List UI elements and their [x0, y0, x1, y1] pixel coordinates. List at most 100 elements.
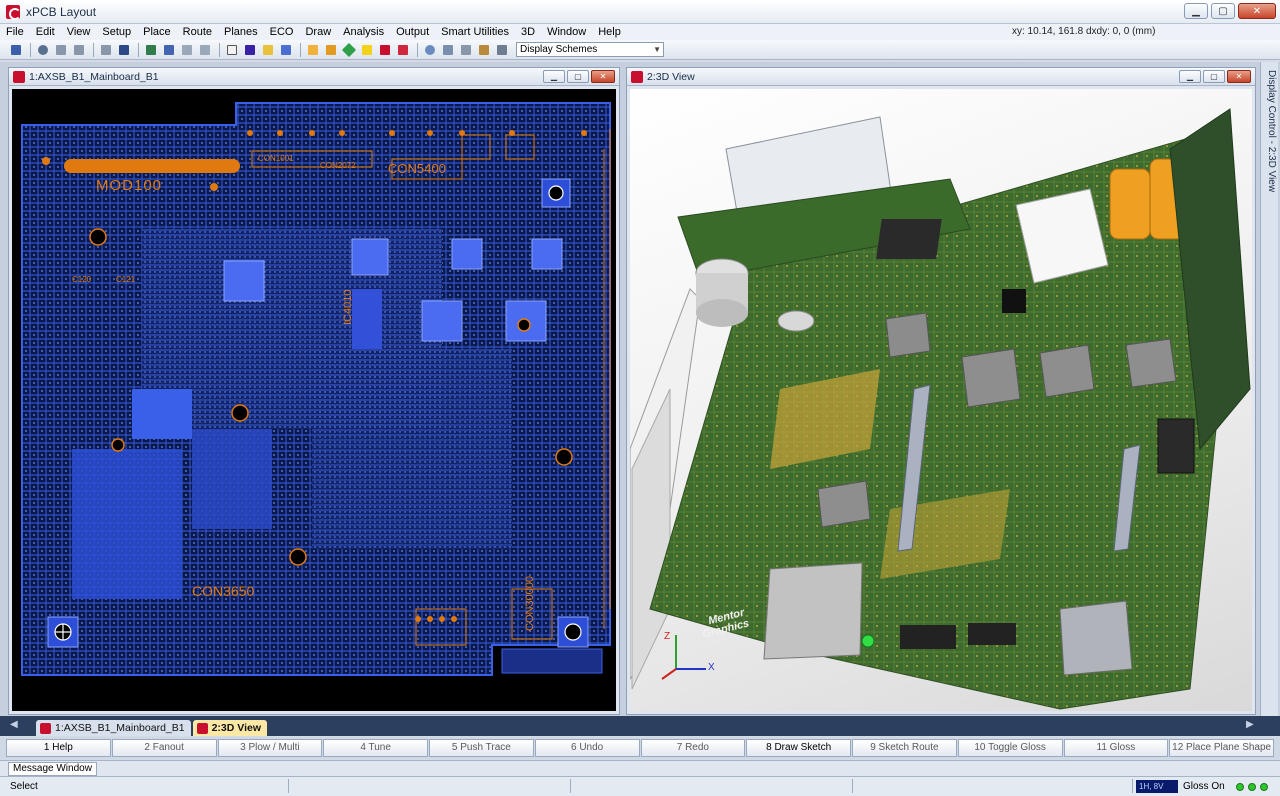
undo-icon[interactable]: [53, 42, 69, 58]
fkey-push-trace[interactable]: 5 Push Trace: [429, 739, 534, 757]
fkey-fanout[interactable]: 2 Fanout: [111, 739, 217, 757]
fkey-help[interactable]: 1 Help: [6, 739, 111, 757]
view3d-minimize-button[interactable]: ▁: [1179, 70, 1201, 83]
pcb-label-con30000: CON30000: [524, 575, 536, 631]
fkey-gloss[interactable]: 11 Gloss: [1063, 739, 1169, 757]
menu-smart-utilities[interactable]: Smart Utilities: [435, 24, 515, 40]
pcb-label-c120: C120: [72, 275, 92, 284]
pcb-label-con3650: CON3650: [192, 583, 255, 599]
menu-eco[interactable]: ECO: [264, 24, 300, 40]
menu-view[interactable]: View: [61, 24, 97, 40]
route-icon[interactable]: [260, 42, 276, 58]
menu-output[interactable]: Output: [390, 24, 435, 40]
view3d-close-button[interactable]: ✕: [1227, 70, 1251, 83]
layout-maximize-button[interactable]: ▢: [567, 70, 589, 83]
warning-icon[interactable]: [359, 42, 375, 58]
select-icon[interactable]: [224, 42, 240, 58]
drc-check-icon[interactable]: [395, 42, 411, 58]
axis-z-label: Z: [664, 631, 671, 642]
tab-3d-view[interactable]: 2:3D View: [192, 720, 268, 736]
coordinate-readout: xy: 10.14, 161.8 dxdy: 0, 0 (mm): [1012, 26, 1156, 37]
fkey-place-plane-shape[interactable]: 12 Place Plane Shape: [1169, 739, 1274, 757]
layout-window-title: 1:AXSB_B1_Mainboard_B1: [29, 70, 159, 83]
tab-layout[interactable]: 1:AXSB_B1_Mainboard_B1: [36, 720, 191, 736]
drc-icon[interactable]: [377, 42, 393, 58]
status-led-1-icon: [1236, 783, 1244, 791]
redo-icon[interactable]: [71, 42, 87, 58]
pcb-label-con5400: CON5400: [388, 161, 446, 176]
fkey-undo[interactable]: 6 Undo: [534, 739, 640, 757]
function-key-bar: 1 Help 2 Fanout 3 Plow / Multi 4 Tune 5 …: [0, 737, 1280, 759]
layout-tab-icon: [40, 722, 51, 734]
zoom-icon[interactable]: [422, 42, 438, 58]
layout-close-button[interactable]: ✕: [591, 70, 615, 83]
net-icon[interactable]: [341, 42, 357, 58]
paste-icon[interactable]: [197, 42, 213, 58]
axis-x-label: X: [708, 662, 715, 673]
print-icon[interactable]: [458, 42, 474, 58]
pcb-label-c121: C121: [116, 275, 136, 284]
fkey-tune[interactable]: 4 Tune: [323, 739, 428, 757]
tab-layout-label: 1:AXSB_B1_Mainboard_B1: [55, 722, 185, 734]
properties-icon[interactable]: [494, 42, 510, 58]
view3d-canvas[interactable]: Mentor Graphics Z X: [630, 89, 1252, 711]
pcb-layout-canvas[interactable]: MOD100 CON1001 CON2072 CON5400 IC4010 C1…: [12, 89, 616, 711]
menu-edit[interactable]: Edit: [30, 24, 61, 40]
menu-planes[interactable]: Planes: [218, 24, 264, 40]
fanout-icon[interactable]: [278, 42, 294, 58]
layout-window: 1:AXSB_B1_Mainboard_B1 ▁ ▢ ✕ MOD100 CON1…: [8, 67, 620, 715]
fkey-toggle-gloss[interactable]: 10 Toggle Gloss: [957, 739, 1063, 757]
view3d-window-titlebar[interactable]: 2:3D View ▁ ▢ ✕: [627, 68, 1255, 86]
folder-icon[interactable]: [305, 42, 321, 58]
grid-icon[interactable]: [323, 42, 339, 58]
copy-icon[interactable]: [179, 42, 195, 58]
zoom-fit-icon[interactable]: [440, 42, 456, 58]
close-button[interactable]: ✕: [1238, 3, 1276, 19]
window-controls: ▁ ▢ ✕: [1184, 3, 1276, 19]
toolbar: Display Schemes ▼: [0, 40, 1280, 60]
fkey-draw-sketch[interactable]: 8 Draw Sketch: [746, 739, 851, 757]
display-control-panel-tab[interactable]: Display Control - 2:3D View: [1260, 62, 1278, 716]
menu-3d[interactable]: 3D: [515, 24, 541, 40]
pcb-label-con1001: CON1001: [258, 154, 294, 163]
maximize-button[interactable]: ▢: [1211, 3, 1235, 19]
menu-place[interactable]: Place: [137, 24, 177, 40]
menu-setup[interactable]: Setup: [96, 24, 137, 40]
tab-3d-view-label: 2:3D View: [211, 722, 262, 734]
save-icon[interactable]: [8, 42, 24, 58]
find-icon[interactable]: [35, 42, 51, 58]
fkey-sketch-route[interactable]: 9 Sketch Route: [852, 739, 957, 757]
move-icon[interactable]: [116, 42, 132, 58]
status-layer-indicator: 1H, 8V: [1136, 780, 1178, 793]
display-control-label: Display Control - 2:3D View: [1266, 70, 1277, 193]
menu-file[interactable]: File: [0, 24, 30, 40]
color-icon[interactable]: [242, 42, 258, 58]
view3d-window-title: 2:3D View: [647, 70, 695, 83]
menu-window[interactable]: Window: [541, 24, 592, 40]
fkey-plow-multi[interactable]: 3 Plow / Multi: [217, 739, 323, 757]
tab-scroll-right-icon[interactable]: ▶: [1246, 719, 1254, 730]
status-mode: Select: [10, 781, 38, 792]
view3d-doc-icon: [631, 70, 643, 83]
display-schemes-value: Display Schemes: [520, 44, 598, 55]
view3d-maximize-button[interactable]: ▢: [1203, 70, 1225, 83]
menu-draw[interactable]: Draw: [299, 24, 337, 40]
message-window-tab[interactable]: Message Window: [8, 762, 97, 776]
menu-help[interactable]: Help: [592, 24, 627, 40]
fkey-redo[interactable]: 7 Redo: [640, 739, 746, 757]
layout-doc-icon: [13, 70, 25, 83]
tab-scroll-left-icon[interactable]: ◀: [10, 719, 18, 730]
menu-analysis[interactable]: Analysis: [337, 24, 390, 40]
menu-route[interactable]: Route: [177, 24, 218, 40]
layers-icon[interactable]: [161, 42, 177, 58]
board-view-icon[interactable]: [143, 42, 159, 58]
layout-window-titlebar[interactable]: 1:AXSB_B1_Mainboard_B1 ▁ ▢ ✕: [9, 68, 619, 86]
push-icon[interactable]: [98, 42, 114, 58]
title-bar: xPCB Layout ▁ ▢ ✕: [0, 0, 1280, 24]
display-schemes-select[interactable]: Display Schemes ▼: [516, 42, 664, 57]
minimize-button[interactable]: ▁: [1184, 3, 1208, 19]
status-bar: Select 1H, 8V Gloss On: [0, 776, 1280, 796]
layout-minimize-button[interactable]: ▁: [543, 70, 565, 83]
pcb-label-ic4010: IC4010: [342, 289, 354, 325]
library-icon[interactable]: [476, 42, 492, 58]
